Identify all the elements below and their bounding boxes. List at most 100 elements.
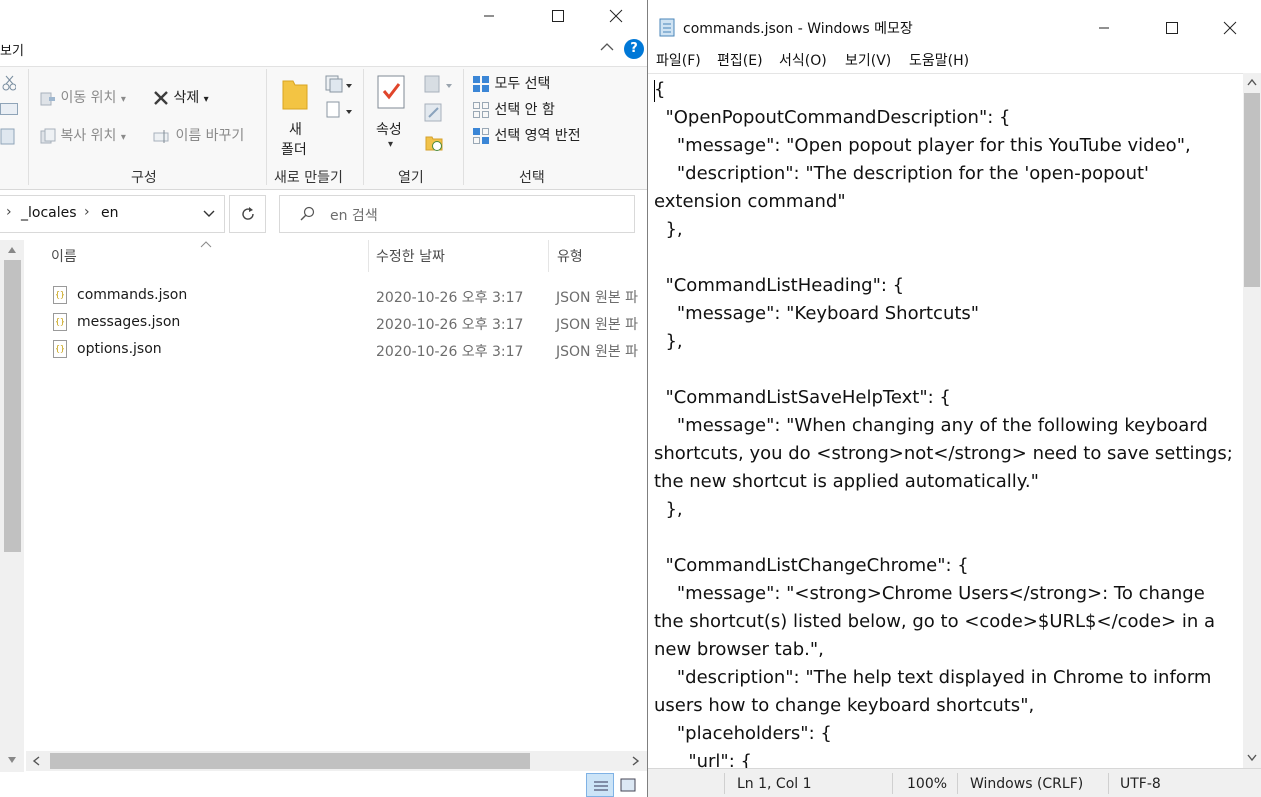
- sort-ascending-icon: [200, 241, 212, 248]
- minimize-button[interactable]: [466, 0, 512, 32]
- navigation-pane-scrollbar[interactable]: [0, 240, 24, 772]
- search-placeholder: en 검색: [330, 208, 378, 224]
- menu-edit[interactable]: 편집(E): [717, 50, 763, 70]
- scroll-down-icon[interactable]: [1247, 754, 1257, 762]
- file-name: messages.json: [77, 314, 181, 330]
- edit-icon[interactable]: [424, 103, 444, 123]
- move-to-button[interactable]: 이동 위치 ▾: [40, 87, 126, 107]
- file-date: 2020-10-26 오후 3:17: [376, 290, 524, 306]
- ribbon-tab-row: 보기 ?: [0, 36, 647, 64]
- ribbon-home: 이동 위치 ▾ 삭제 ▾ 복사 위치 ▾ 이름 바꾸기 구성 새 폴더 새로 만…: [0, 66, 647, 190]
- minimize-icon: [1099, 27, 1109, 29]
- new-item-icon[interactable]: [325, 75, 353, 93]
- refresh-icon: [242, 207, 254, 220]
- vscroll-thumb[interactable]: [1244, 93, 1260, 287]
- scroll-right-icon[interactable]: [632, 756, 640, 766]
- collapse-ribbon-icon[interactable]: [600, 42, 614, 52]
- move-to-icon: [40, 92, 55, 106]
- refresh-button[interactable]: [229, 195, 266, 233]
- scroll-up-icon[interactable]: [7, 246, 17, 254]
- maximize-icon: [552, 10, 564, 22]
- new-group-label: 새로 만들기: [274, 170, 343, 186]
- copy-to-button[interactable]: 복사 위치 ▾: [40, 125, 126, 145]
- hscroll-thumb[interactable]: [50, 753, 530, 769]
- notepad-app-icon: [659, 18, 675, 37]
- notepad-maximize-button[interactable]: [1149, 12, 1195, 44]
- copy-to-icon: [40, 128, 56, 144]
- file-type: JSON 원본 파: [556, 290, 639, 306]
- address-bar[interactable]: › _locales › en: [0, 195, 225, 233]
- scroll-up-icon[interactable]: [1247, 78, 1257, 86]
- column-name[interactable]: 이름: [51, 246, 77, 266]
- scroll-left-icon[interactable]: [32, 756, 40, 766]
- file-name: options.json: [77, 341, 162, 357]
- open-icon[interactable]: [424, 75, 454, 95]
- breadcrumb-parent[interactable]: _locales: [21, 205, 77, 221]
- file-type: JSON 원본 파: [556, 344, 639, 360]
- breadcrumb-chevron-icon: ›: [6, 204, 12, 220]
- large-icons-view-button[interactable]: [617, 775, 639, 795]
- copy-path-icon[interactable]: [0, 103, 18, 115]
- file-row[interactable]: {} commands.json 2020-10-26 오후 3:17 JSON…: [50, 283, 647, 309]
- file-name: commands.json: [77, 287, 188, 303]
- file-row[interactable]: {} options.json 2020-10-26 오후 3:17 JSON …: [50, 337, 647, 363]
- status-encoding: UTF-8: [1120, 776, 1161, 792]
- json-file-icon: {}: [53, 340, 67, 358]
- file-row[interactable]: {} messages.json 2020-10-26 오후 3:17 JSON…: [50, 310, 647, 336]
- breadcrumb-chevron-icon: ›: [84, 204, 90, 220]
- easy-access-icon[interactable]: [325, 101, 353, 119]
- large-icons-view-icon: [620, 778, 636, 792]
- notepad-close-button[interactable]: [1207, 12, 1253, 44]
- window-title: commands.json - Windows 메모장: [683, 21, 913, 37]
- close-icon: [609, 9, 623, 23]
- editor-content: { "OpenPopoutCommandDescription": { "mes…: [654, 79, 1233, 768]
- menu-file[interactable]: 파일(F): [656, 50, 701, 70]
- select-all-icon: [473, 76, 489, 92]
- menu-help[interactable]: 도움말(H): [909, 50, 969, 70]
- column-type[interactable]: 유형: [557, 246, 583, 266]
- properties-button[interactable]: 속성 ▾: [372, 73, 412, 157]
- maximize-button[interactable]: [535, 0, 581, 32]
- close-button[interactable]: [593, 0, 639, 32]
- new-folder-icon: [282, 80, 308, 110]
- rename-button[interactable]: 이름 바꾸기: [153, 125, 244, 145]
- file-date: 2020-10-26 오후 3:17: [376, 317, 524, 333]
- paste-shortcut-icon[interactable]: [0, 127, 16, 145]
- new-folder-button[interactable]: 새 폴더: [276, 73, 314, 158]
- details-view-button[interactable]: [586, 773, 614, 797]
- text-editor[interactable]: { "OpenPopoutCommandDescription": { "mes…: [648, 73, 1243, 768]
- rename-icon: [153, 130, 169, 143]
- status-bar: Ln 1, Col 1 100% Windows (CRLF) UTF-8: [648, 768, 1261, 797]
- select-all-button[interactable]: 모두 선택: [472, 73, 550, 93]
- column-date-modified[interactable]: 수정한 날짜: [376, 246, 445, 266]
- editor-vscrollbar[interactable]: [1243, 73, 1261, 768]
- file-explorer-window: 보기 ? 이동 위치 ▾ 삭제 ▾ 복사 위치 ▾ 이름 바꾸기 구성 새 폴더…: [0, 0, 647, 797]
- maximize-icon: [1166, 22, 1178, 34]
- tab-view[interactable]: 보기: [0, 40, 24, 59]
- json-file-icon: {}: [53, 286, 67, 304]
- history-icon[interactable]: [424, 133, 444, 153]
- cut-icon[interactable]: [2, 75, 16, 91]
- notepad-minimize-button[interactable]: [1081, 12, 1127, 44]
- select-none-button[interactable]: 선택 안 함: [472, 99, 555, 119]
- select-none-icon: [473, 102, 489, 118]
- file-type: JSON 원본 파: [556, 317, 639, 333]
- breadcrumb-current[interactable]: en: [101, 205, 119, 221]
- minimize-icon: [484, 15, 494, 17]
- scroll-down-icon[interactable]: [7, 756, 17, 764]
- status-cursor-position: Ln 1, Col 1: [737, 776, 812, 792]
- status-line-ending: Windows (CRLF): [970, 776, 1084, 792]
- menu-view[interactable]: 보기(V): [845, 50, 891, 70]
- address-dropdown-icon[interactable]: [203, 210, 215, 218]
- help-icon[interactable]: ?: [624, 39, 644, 59]
- scroll-thumb[interactable]: [4, 260, 21, 552]
- invert-selection-button[interactable]: 선택 영역 반전: [472, 125, 581, 145]
- status-zoom: 100%: [907, 776, 948, 792]
- menu-format[interactable]: 서식(O): [779, 50, 827, 70]
- properties-icon: [377, 75, 405, 109]
- organize-group-label: 구성: [131, 170, 157, 186]
- file-list-hscrollbar[interactable]: [26, 751, 647, 771]
- select-group-label: 선택: [519, 170, 545, 186]
- delete-button[interactable]: 삭제 ▾: [153, 87, 209, 107]
- search-box[interactable]: en 검색: [279, 195, 635, 233]
